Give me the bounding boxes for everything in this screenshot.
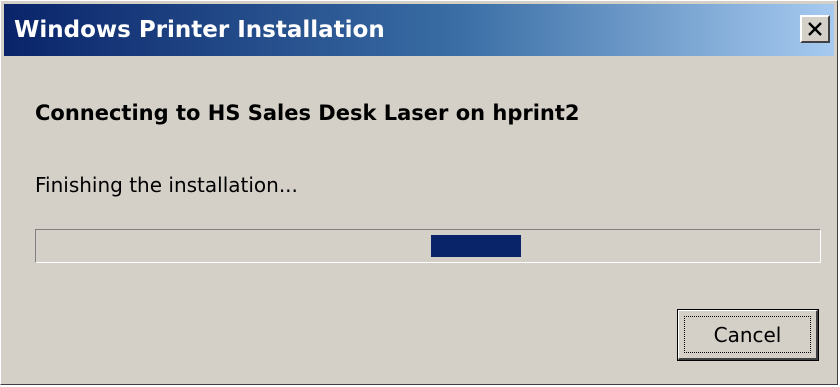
progress-marquee-chunk <box>431 235 521 257</box>
cancel-button[interactable]: Cancel <box>677 309 819 361</box>
close-button[interactable] <box>800 15 830 43</box>
cancel-button-label: Cancel <box>713 322 782 347</box>
window-title: Windows Printer Installation <box>14 17 385 43</box>
installation-progress-bar <box>35 229 821 263</box>
title-bar[interactable]: Windows Printer Installation <box>4 4 834 56</box>
connection-heading: Connecting to HS Sales Desk Laser on hpr… <box>35 101 580 125</box>
status-text: Finishing the installation... <box>35 173 298 197</box>
close-icon <box>808 22 822 36</box>
printer-installation-dialog: Windows Printer Installation Connecting … <box>0 0 838 385</box>
